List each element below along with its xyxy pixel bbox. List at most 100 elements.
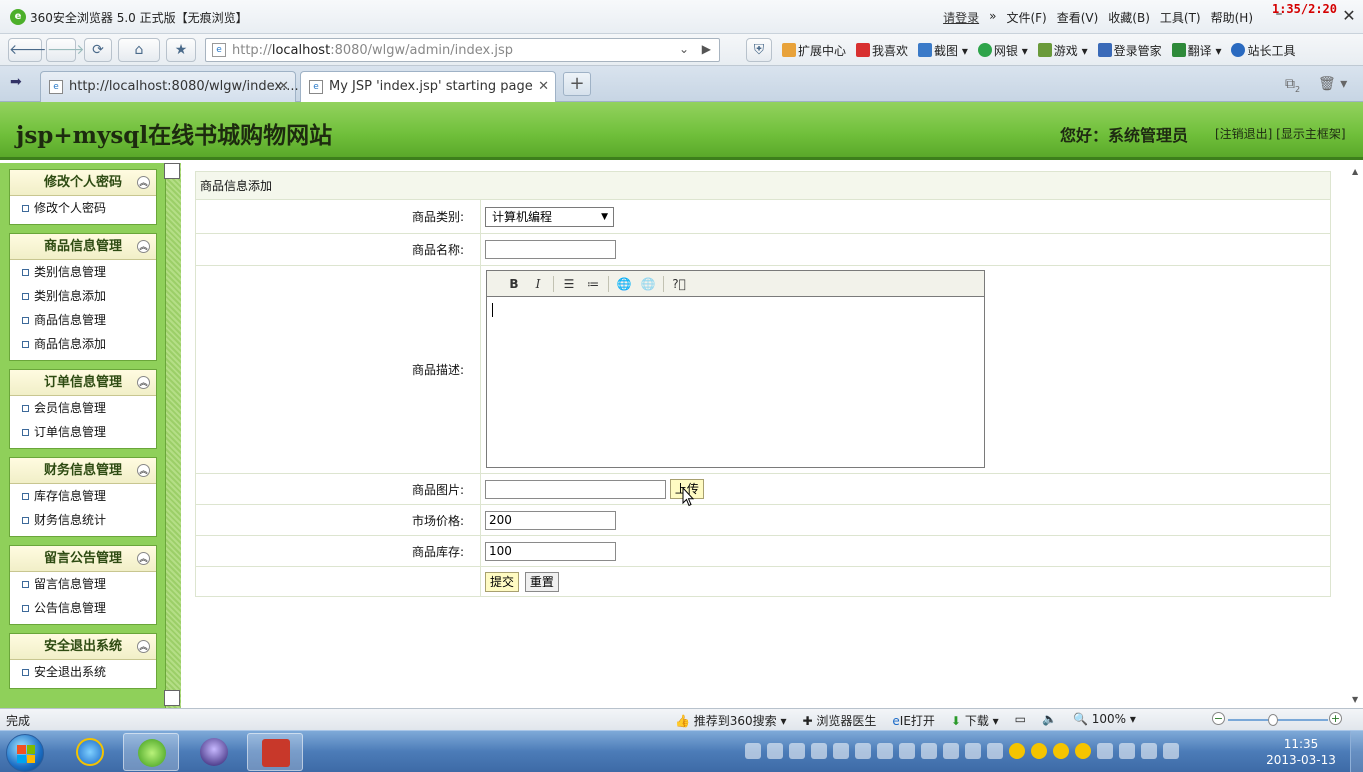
games-button[interactable]: 游戏 ▾ — [1037, 42, 1088, 59]
description-editor[interactable]: B I ☰ ≔ 🌐 🌐 ?⃞ — [486, 270, 985, 468]
sidebar-item[interactable]: 安全退出系统 — [10, 660, 156, 684]
sidebar-group-header[interactable]: 订单信息管理 ︽ — [10, 370, 156, 396]
favorites-like-button[interactable]: 我喜欢 — [856, 42, 908, 59]
sidebar-item[interactable]: 商品信息管理 — [10, 308, 156, 332]
tray-app-icon[interactable] — [789, 743, 805, 759]
sidebar-group-header[interactable]: 安全退出系统 ︽ — [10, 634, 156, 660]
tab-index[interactable]: e http://localhost:8080/wlgw/index.... ✕ — [40, 71, 299, 102]
download-button[interactable]: ⬇ 下载 ▾ — [951, 712, 999, 729]
frame-splitter[interactable] — [165, 163, 181, 708]
home-icon[interactable]: ⌂ — [118, 38, 160, 62]
tab-jsp-page[interactable]: e My JSP 'index.jsp' starting page ✕ — [300, 71, 556, 103]
start-button[interactable] — [6, 734, 44, 772]
shield-icon[interactable]: ⛨ — [746, 38, 772, 62]
taskbar-360-browser[interactable] — [123, 733, 179, 771]
speaker-icon[interactable]: 🔈 — [1042, 712, 1057, 729]
login-link[interactable]: 请登录 — [943, 9, 979, 26]
vertical-scrollbar[interactable]: ▲ ▼ — [1350, 163, 1363, 708]
tray-app-icon[interactable] — [921, 743, 937, 759]
new-tab-button[interactable]: + — [563, 72, 591, 96]
window-icon[interactable]: ▭ — [1015, 712, 1026, 729]
splitter-bottom-handle[interactable] — [164, 690, 180, 706]
scroll-down-icon[interactable]: ▼ — [1352, 695, 1358, 704]
collapse-icon[interactable]: ︽ — [137, 464, 150, 477]
taskbar-eclipse[interactable] — [186, 733, 242, 771]
tray-app-icon[interactable] — [855, 743, 871, 759]
scroll-up-icon[interactable]: ▲ — [1352, 167, 1358, 176]
qq-icon[interactable] — [1009, 743, 1025, 759]
sidebar-item[interactable]: 商品信息添加 — [10, 332, 156, 356]
sidebar-group-header[interactable]: 修改个人密码 ︽ — [10, 170, 156, 196]
collapse-icon[interactable]: ︽ — [137, 176, 150, 189]
show-desktop-button[interactable] — [1350, 731, 1363, 772]
tray-app-icon[interactable] — [767, 743, 783, 759]
ordered-list-icon[interactable]: ☰ — [560, 275, 578, 293]
keyboard-icon[interactable] — [745, 743, 761, 759]
help-icon[interactable]: ?⃞ — [670, 275, 688, 293]
sidebar-item[interactable]: 留言信息管理 — [10, 572, 156, 596]
name-input[interactable] — [485, 240, 616, 259]
collapse-icon[interactable]: ︽ — [137, 240, 150, 253]
system-clock[interactable]: 11:35 2013-03-13 — [1266, 736, 1336, 768]
qq-icon[interactable] — [1031, 743, 1047, 759]
sidebar-item[interactable]: 公告信息管理 — [10, 596, 156, 620]
bold-button[interactable]: B — [505, 275, 523, 293]
collapse-icon[interactable]: ︽ — [137, 376, 150, 389]
forward-button[interactable]: 🡒 — [46, 38, 85, 62]
login-manager-button[interactable]: 登录管家 — [1097, 42, 1162, 59]
market-price-input[interactable]: 200 — [485, 510, 616, 530]
sidebar-group-header[interactable]: 留言公告管理 ︽ — [10, 546, 156, 572]
image-path-input[interactable] — [485, 479, 666, 499]
zoom-in-icon[interactable]: + — [1329, 712, 1342, 725]
zoom-control[interactable]: 🔍 100% ▾ — [1073, 712, 1136, 729]
address-url[interactable]: http://localhost:8080/wlgw/admin/index.j… — [232, 43, 513, 58]
refresh-icon[interactable]: ⟳ — [84, 38, 112, 62]
tray-app-icon[interactable] — [987, 743, 1003, 759]
network-icon[interactable] — [1097, 743, 1113, 759]
sidebar-group-header[interactable]: 商品信息管理 ︽ — [10, 234, 156, 260]
trash-icon[interactable]: 🗑 ▾ — [1318, 76, 1347, 92]
monitor-icon[interactable] — [1163, 743, 1179, 759]
reset-button[interactable]: 重置 — [524, 571, 559, 592]
menu-view[interactable]: 查看(V) — [1057, 9, 1099, 26]
chevron-down-icon[interactable]: ⌄ — [679, 42, 689, 56]
collapse-icon[interactable]: ︽ — [137, 640, 150, 653]
recommend-button[interactable]: 👍 推荐到360搜索 ▾ — [675, 712, 787, 729]
sidebar-item[interactable]: 财务信息统计 — [10, 508, 156, 532]
screenshot-button[interactable]: 截图 ▾ — [918, 42, 968, 59]
sidebar-item[interactable]: 类别信息添加 — [10, 284, 156, 308]
unordered-list-icon[interactable]: ≔ — [584, 275, 602, 293]
back-button[interactable]: 🡐 — [8, 38, 47, 62]
bank-button[interactable]: 网银 ▾ — [977, 42, 1028, 59]
italic-button[interactable]: I — [529, 275, 547, 293]
submit-button[interactable]: 提交 — [485, 571, 520, 592]
category-select[interactable]: 计算机编程 ▼ — [485, 206, 614, 227]
star-icon[interactable]: ★ — [166, 38, 196, 62]
tray-app-icon[interactable] — [943, 743, 959, 759]
address-bar[interactable]: e http://localhost:8080/wlgw/admin/index… — [205, 38, 720, 62]
sidebar-item[interactable]: 库存信息管理 — [10, 484, 156, 508]
menu-help[interactable]: 帮助(H) — [1211, 9, 1253, 26]
extensions-button[interactable]: 扩展中心 — [782, 42, 846, 59]
menu-favorites[interactable]: 收藏(B) — [1108, 9, 1150, 26]
tray-app-icon[interactable] — [965, 743, 981, 759]
ie-open-button[interactable]: eIE打开 — [892, 712, 935, 729]
collapse-icon[interactable]: ︽ — [137, 552, 150, 565]
tray-app-icon[interactable] — [833, 743, 849, 759]
close-icon[interactable]: ✕ — [1339, 6, 1359, 25]
header-links[interactable]: [注销退出] [显示主框架] — [1215, 125, 1346, 142]
tab-list-icon[interactable]: ⧉2 — [1285, 76, 1300, 94]
tab-close-icon[interactable]: ✕ — [278, 72, 289, 101]
zoom-out-icon[interactable]: − — [1212, 712, 1225, 725]
tab-close-icon[interactable]: ✕ — [538, 72, 549, 101]
splitter-top-handle[interactable] — [164, 163, 180, 179]
volume-icon[interactable] — [1119, 743, 1135, 759]
go-icon[interactable]: ▶ — [702, 42, 711, 56]
qq-icon[interactable] — [1075, 743, 1091, 759]
menu-tools[interactable]: 工具(T) — [1160, 9, 1201, 26]
browser-doctor-button[interactable]: ✚ 浏览器医生 — [803, 712, 877, 729]
menu-file[interactable]: 文件(F) — [1006, 9, 1046, 26]
minimize-icon[interactable]: – — [1269, 6, 1289, 24]
zoom-slider-knob[interactable] — [1268, 714, 1278, 726]
sidebar-item[interactable]: 修改个人密码 — [10, 196, 156, 220]
